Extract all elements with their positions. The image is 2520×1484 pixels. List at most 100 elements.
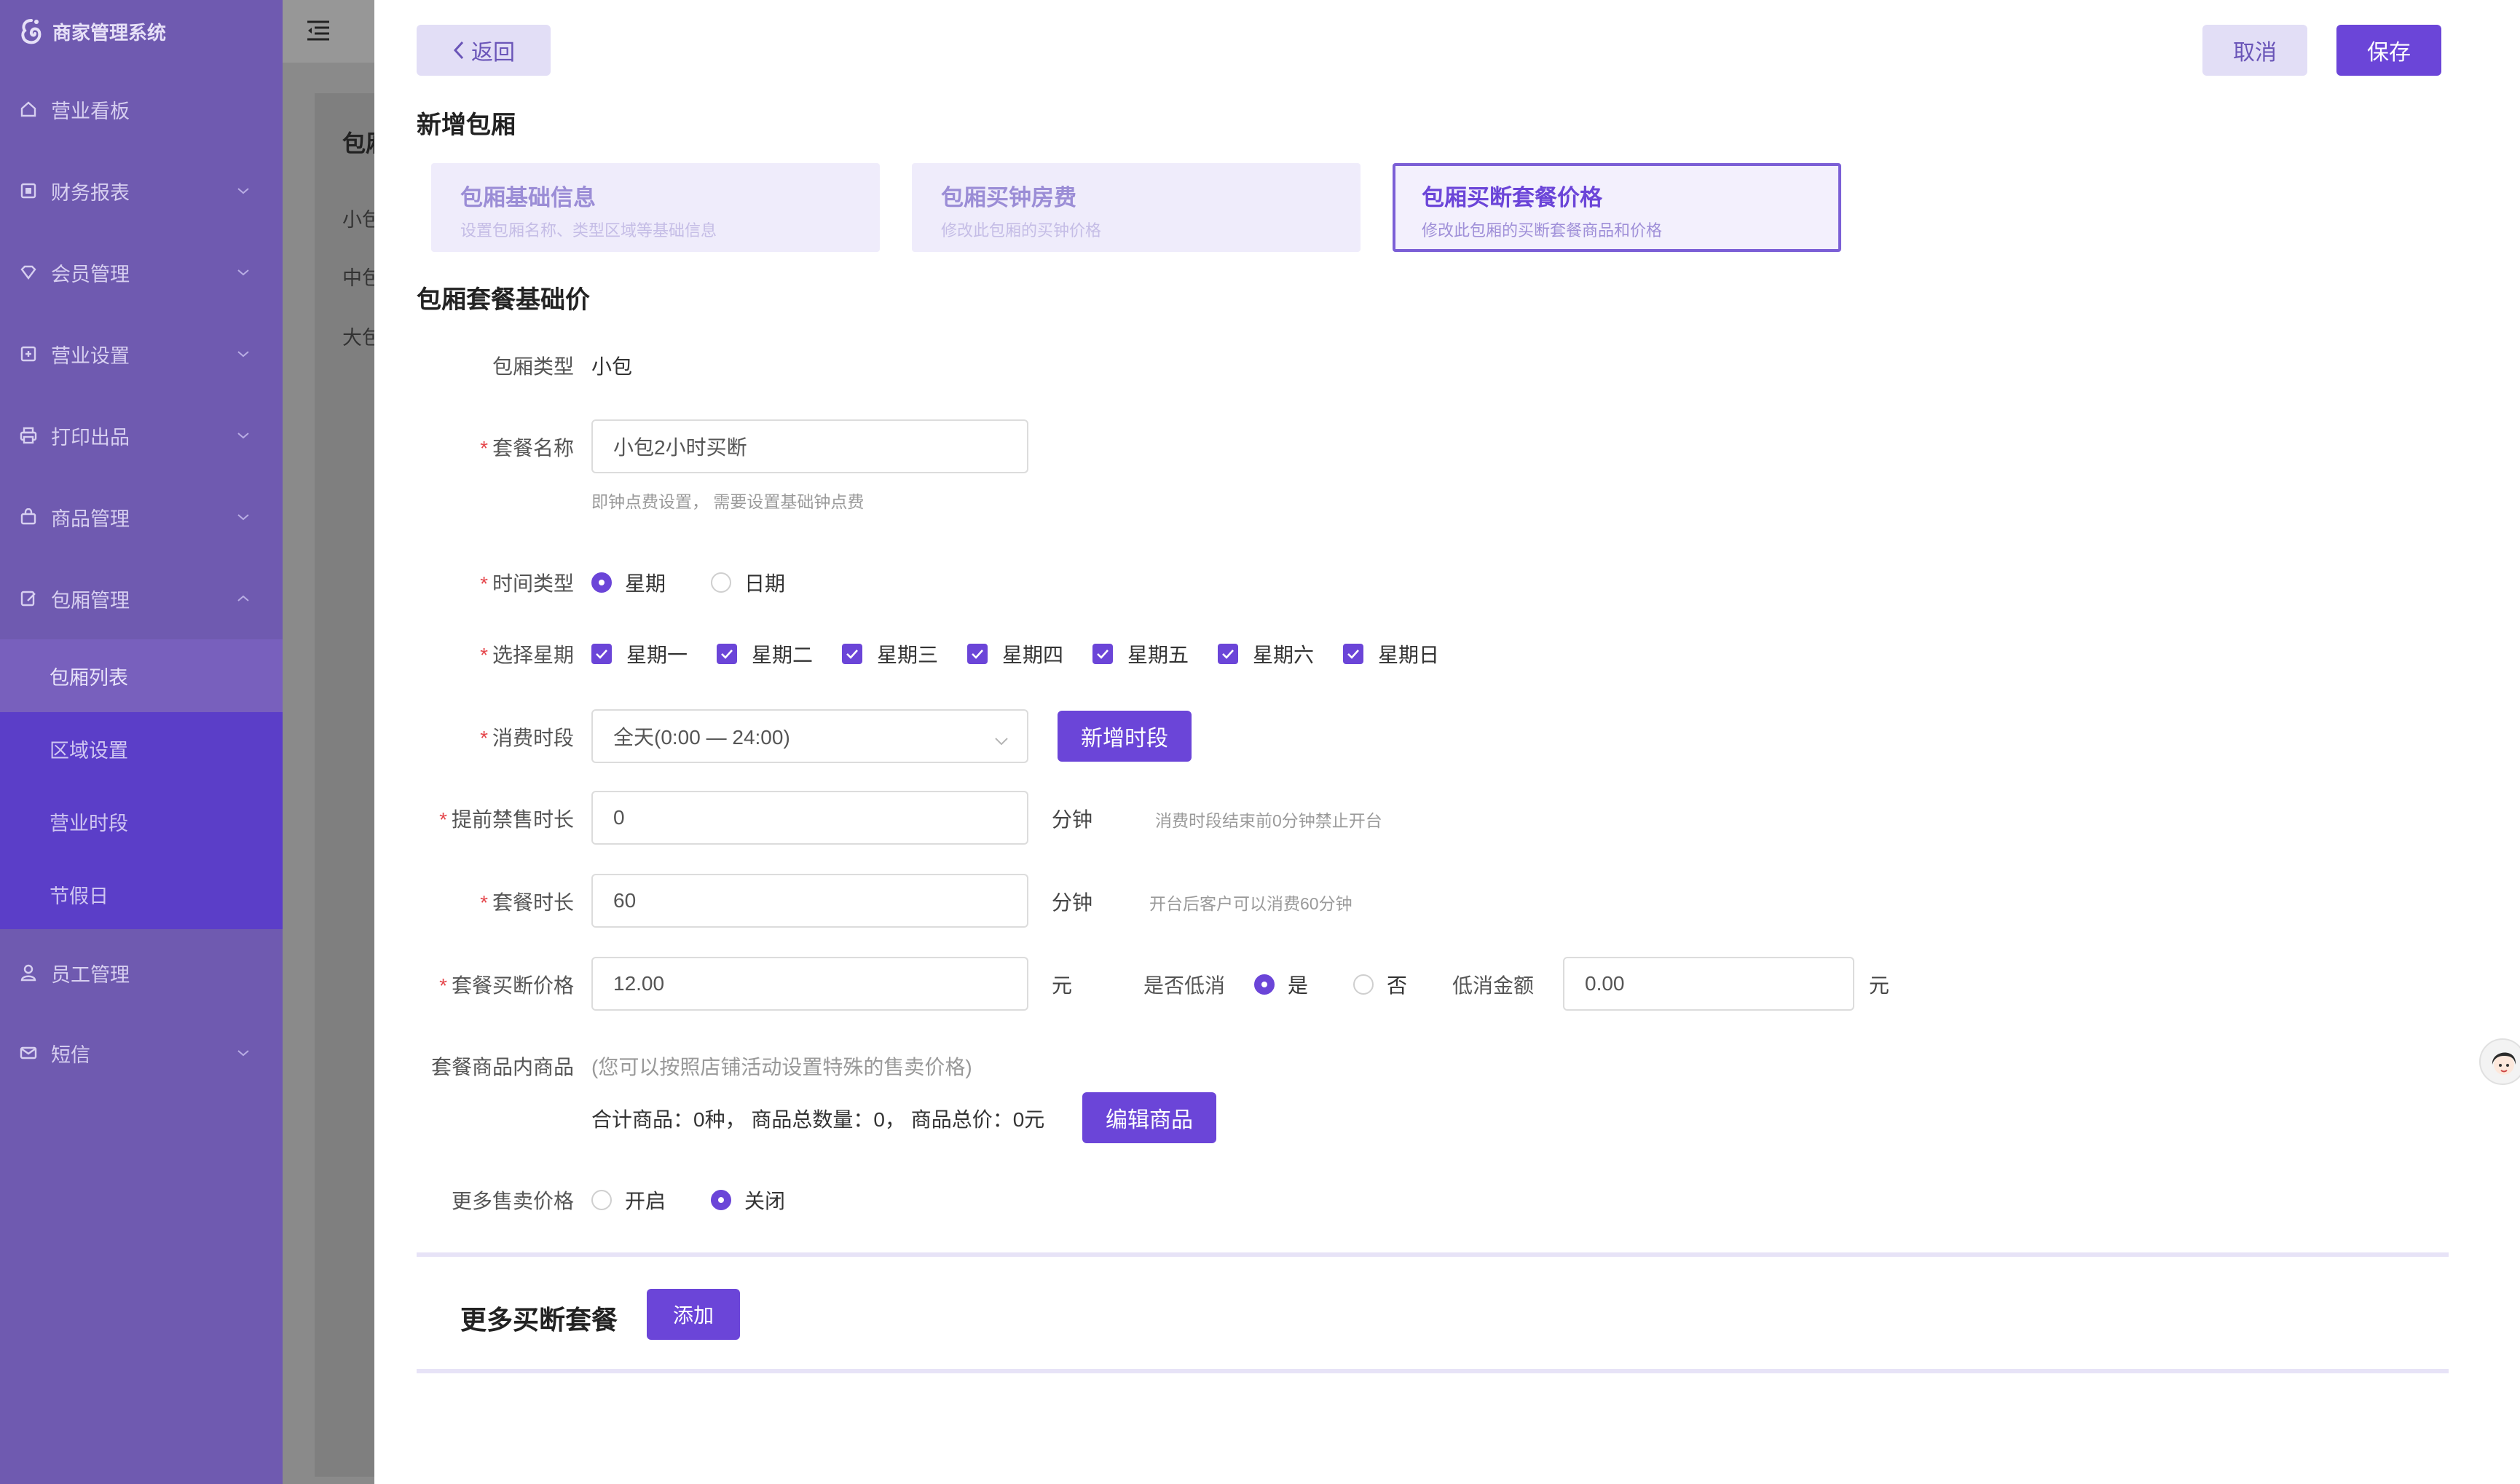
- submenu-room-list[interactable]: 包厢列表: [0, 639, 283, 712]
- time-type-week-radio[interactable]: 星期: [591, 568, 666, 597]
- drawer-title: 新增包厢: [417, 111, 516, 139]
- settings-icon: [19, 344, 38, 363]
- room-type-label: 包厢类型: [492, 355, 574, 378]
- room-type-value: 小包: [591, 355, 633, 378]
- sidebar-item-member[interactable]: 会员管理: [0, 243, 283, 301]
- sidebar-item-dashboard[interactable]: 营业看板: [0, 80, 283, 138]
- checkbox-checked-icon: [842, 644, 862, 664]
- chevron-down-icon: [233, 268, 253, 277]
- checkbox-checked-icon: [591, 644, 612, 664]
- step-title: 包厢基础信息: [460, 185, 596, 210]
- chevron-down-icon: [993, 728, 1009, 751]
- checkbox-checked-icon: [1218, 644, 1238, 664]
- back-button[interactable]: 返回: [417, 25, 551, 76]
- step-desc: 设置包厢名称、类型区域等基础信息: [460, 221, 717, 240]
- sidebar-item-sms[interactable]: 短信: [0, 1024, 283, 1082]
- package-name-hint: 即钟点费设置， 需要设置基础钟点费: [591, 492, 865, 511]
- min-spend-amount-label: 低消金额: [1452, 974, 1535, 997]
- save-button[interactable]: 保存: [2336, 25, 2441, 76]
- min-spend-yes-radio[interactable]: 是: [1254, 970, 1308, 999]
- goods-summary: 合计商品：0种， 商品总数量：0， 商品总价：0元: [591, 1108, 1045, 1131]
- chevron-left-icon: [453, 41, 464, 60]
- sidebar-item-print[interactable]: 打印出品: [0, 406, 283, 465]
- sidebar-item-rooms[interactable]: 包厢管理: [0, 569, 283, 628]
- step-package-price[interactable]: 包厢买断套餐价格 修改此包厢的买断套餐商品和价格: [1393, 163, 1841, 252]
- step-desc: 修改此包厢的买钟价格: [941, 221, 1102, 240]
- chevron-down-icon: [233, 431, 253, 440]
- home-icon: [19, 100, 38, 119]
- duration-hint: 开台后客户可以消费60分钟: [1149, 894, 1352, 913]
- weekday-sunday-checkbox[interactable]: 星期日: [1343, 639, 1439, 668]
- divider: [417, 1252, 2449, 1257]
- chevron-up-icon: [233, 594, 253, 603]
- more-packages-title: 更多买断套餐: [460, 1305, 618, 1335]
- period-select[interactable]: 全天(0:00 — 24:00): [591, 709, 1028, 763]
- weekday-thursday-checkbox[interactable]: 星期四: [967, 639, 1063, 668]
- checkbox-checked-icon: [1092, 644, 1113, 664]
- chevron-down-icon: [233, 350, 253, 358]
- divider: [417, 1369, 2449, 1373]
- advance-stop-unit: 分钟: [1052, 808, 1093, 831]
- step-title: 包厢买断套餐价格: [1422, 185, 1602, 210]
- step-title: 包厢买钟房费: [941, 185, 1076, 210]
- package-name-label: * 套餐名称: [480, 437, 574, 459]
- bag-icon: [19, 508, 38, 526]
- min-spend-no-radio[interactable]: 否: [1353, 970, 1407, 999]
- more-prices-off-radio[interactable]: 关闭: [711, 1185, 785, 1215]
- advance-stop-input[interactable]: 0: [591, 791, 1028, 845]
- duration-unit: 分钟: [1052, 891, 1093, 914]
- price-input[interactable]: 12.00: [591, 957, 1028, 1011]
- package-name-input[interactable]: 小包2小时买断: [591, 419, 1028, 473]
- more-prices-on-radio[interactable]: 开启: [591, 1185, 666, 1215]
- goods-note: (您可以按照店铺活动设置特殊的售卖价格): [591, 1056, 972, 1078]
- cancel-button[interactable]: 取消: [2202, 25, 2307, 76]
- checkbox-checked-icon: [717, 644, 737, 664]
- time-type-label: * 时间类型: [480, 572, 574, 595]
- sidebar: 商家管理系统 营业看板 财务报表 会员管理 营业设置 打印出品 商品管理 包厢管…: [0, 0, 283, 1484]
- mail-icon: [19, 1043, 38, 1062]
- min-spend-unit: 元: [1869, 974, 1890, 997]
- submenu-business-hours[interactable]: 营业时段: [0, 785, 283, 858]
- min-spend-amount-input[interactable]: 0.00: [1563, 957, 1854, 1011]
- weekday-label: * 选择星期: [480, 644, 574, 666]
- member-icon: [19, 263, 38, 282]
- add-package-button[interactable]: 添加: [647, 1289, 740, 1340]
- add-period-button[interactable]: 新增时段: [1058, 711, 1192, 762]
- duration-input[interactable]: 60: [591, 874, 1028, 928]
- user-icon: [19, 963, 38, 982]
- printer-icon: [19, 426, 38, 445]
- weekday-friday-checkbox[interactable]: 星期五: [1092, 639, 1189, 668]
- submenu-holidays[interactable]: 节假日: [0, 858, 283, 931]
- min-spend-label: 是否低消: [1143, 974, 1226, 997]
- background-topbar: [283, 0, 374, 63]
- price-unit: 元: [1052, 974, 1073, 997]
- background-card: [315, 93, 374, 1477]
- time-type-date-radio[interactable]: 日期: [711, 568, 785, 597]
- logo-icon: [19, 17, 44, 45]
- edit-goods-button[interactable]: 编辑商品: [1082, 1092, 1216, 1143]
- support-avatar[interactable]: [2479, 1038, 2520, 1085]
- section-title: 包厢套餐基础价: [417, 286, 590, 314]
- weekday-saturday-checkbox[interactable]: 星期六: [1218, 639, 1314, 668]
- radio-checked-icon: [1254, 974, 1275, 995]
- weekday-monday-checkbox[interactable]: 星期一: [591, 639, 688, 668]
- sidebar-item-business-settings[interactable]: 营业设置: [0, 325, 283, 383]
- sidebar-item-finance[interactable]: 财务报表: [0, 162, 283, 220]
- sidebar-item-staff[interactable]: 员工管理: [0, 944, 283, 1002]
- step-hourly-fee[interactable]: 包厢买钟房费 修改此包厢的买钟价格: [912, 163, 1361, 252]
- sidebar-item-goods[interactable]: 商品管理: [0, 488, 283, 546]
- radio-unchecked-icon: [591, 1190, 612, 1210]
- checkbox-checked-icon: [967, 644, 988, 664]
- submenu-area-settings[interactable]: 区域设置: [0, 712, 283, 785]
- step-desc: 修改此包厢的买断套餐商品和价格: [1422, 221, 1663, 240]
- radio-checked-icon: [711, 1190, 731, 1210]
- radio-unchecked-icon: [1353, 974, 1374, 995]
- weekday-wednesday-checkbox[interactable]: 星期三: [842, 639, 938, 668]
- chevron-down-icon: [233, 1049, 253, 1057]
- period-label: * 消费时段: [480, 727, 574, 749]
- weekday-tuesday-checkbox[interactable]: 星期二: [717, 639, 813, 668]
- more-prices-label: 更多售卖价格: [451, 1190, 574, 1212]
- report-icon: [19, 181, 38, 200]
- menu-fold-icon[interactable]: [306, 19, 331, 46]
- step-basic-info[interactable]: 包厢基础信息 设置包厢名称、类型区域等基础信息: [431, 163, 880, 252]
